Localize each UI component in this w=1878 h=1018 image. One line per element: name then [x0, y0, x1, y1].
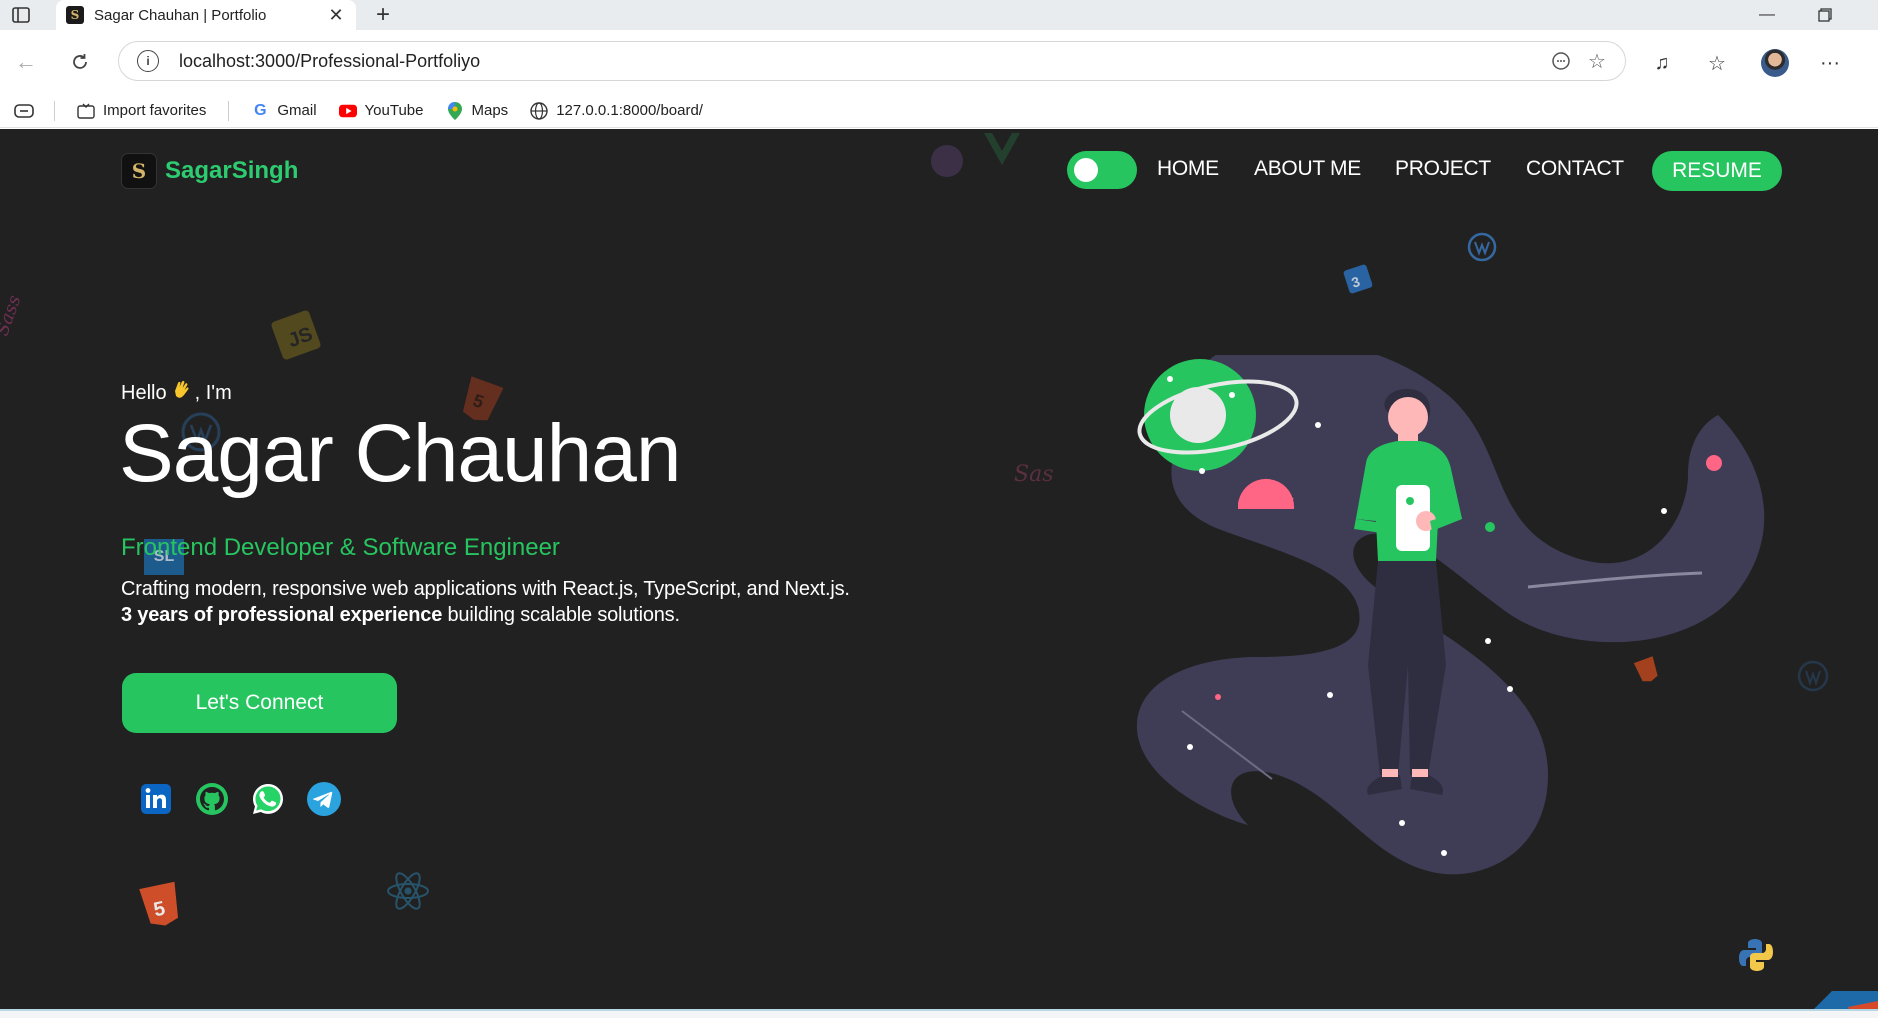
svg-text:Sass: Sass [0, 292, 20, 338]
vue-icon [984, 133, 1020, 165]
active-tab[interactable]: S Sagar Chauhan | Portfolio ✕ [56, 0, 356, 30]
page-viewport: JS 5 SL Sas Sass 3 5 S SagarSingh HOME A… [0, 129, 1878, 1014]
tab-actions-icon[interactable] [10, 5, 32, 25]
hero-description-line2: 3 years of professional experience build… [121, 602, 850, 628]
react-icon [387, 872, 429, 910]
wordpress-icon-faint [1797, 660, 1829, 692]
favorites-icon[interactable]: ☆ [1700, 46, 1734, 80]
back-icon[interactable]: ← [10, 46, 42, 78]
browser-tab-strip: S Sagar Chauhan | Portfolio ✕ + — [0, 0, 1878, 30]
hero-role: Frontend Developer & Software Engineer [121, 534, 560, 561]
page-bottom-edge [0, 1009, 1878, 1018]
reader-mode-icon[interactable] [1543, 43, 1579, 79]
sass-edge-icon: Sass [0, 292, 20, 338]
telegram-icon[interactable] [306, 781, 342, 817]
brand-logo-icon: S [121, 153, 157, 189]
github-icon[interactable] [194, 781, 230, 817]
brand-link[interactable]: S SagarSingh [121, 153, 298, 189]
hero-illustration [1136, 355, 1765, 875]
tab-search-icon[interactable] [14, 97, 34, 125]
blurred-icon-purple [931, 145, 963, 177]
python-icon [1739, 939, 1773, 971]
hero-description: Crafting modern, responsive web applicat… [121, 576, 850, 628]
wordpress-icon-right [1467, 232, 1497, 262]
hero-name: Sagar Chauhan [119, 408, 681, 499]
profile-avatar[interactable] [1758, 46, 1792, 80]
import-icon [77, 102, 95, 120]
social-links [138, 781, 362, 817]
sass-icon: Sas [1014, 462, 1053, 487]
favorite-label: Maps [471, 102, 509, 119]
experience-rest: building scalable solutions. [442, 604, 680, 626]
media-icon[interactable]: ♫ [1645, 46, 1679, 80]
tab-title: Sagar Chauhan | Portfolio [94, 6, 267, 24]
theme-toggle[interactable] [1067, 151, 1137, 189]
nav-contact[interactable]: CONTACT [1526, 157, 1624, 181]
greeting-im: , I'm [194, 381, 232, 404]
youtube-icon [338, 102, 357, 120]
favorite-import[interactable]: Import favorites [77, 97, 206, 125]
lets-connect-button[interactable]: Let's Connect [122, 673, 397, 733]
favorite-localhost[interactable]: 127.0.0.1:8000/board/ [530, 97, 703, 125]
favorite-label: YouTube [364, 102, 424, 119]
favorites-separator [54, 100, 55, 121]
experience-highlight: 3 years of professional experience [121, 604, 443, 626]
brand-name: SagarSingh [165, 157, 299, 184]
url-text[interactable]: localhost:3000/Professional-Portfoliyo [179, 51, 1543, 72]
site-info-icon[interactable]: i [137, 50, 159, 72]
nav-project[interactable]: PROJECT [1395, 157, 1491, 181]
resume-button[interactable]: RESUME [1652, 151, 1782, 191]
favorite-youtube[interactable]: YouTube [338, 97, 424, 125]
favorite-label: Import favorites [103, 102, 207, 119]
nav-home[interactable]: HOME [1157, 157, 1219, 181]
favorite-label: Gmail [277, 102, 317, 119]
svg-text:Sas: Sas [1014, 462, 1053, 487]
more-menu-icon[interactable]: ··· [1813, 46, 1847, 80]
css3-icon: 3 [1343, 264, 1373, 294]
restore-icon[interactable] [1798, 0, 1852, 30]
favorite-maps[interactable]: Maps [446, 97, 509, 125]
linkedin-icon[interactable] [138, 781, 174, 817]
greeting: Hello , I'm [121, 379, 232, 407]
google-icon: G [254, 101, 267, 119]
address-bar[interactable]: i localhost:3000/Professional-Portfoliyo… [118, 41, 1626, 81]
html5-icon-bottom: 5 [139, 881, 179, 926]
tab-favicon-icon: S [66, 6, 84, 24]
greeting-hello: Hello [121, 381, 167, 404]
favorite-star-icon[interactable]: ☆ [1579, 43, 1615, 79]
favorites-bar: Import favorites G Gmail YouTube Maps 12… [0, 94, 1878, 128]
js-icon: JS [271, 310, 321, 360]
address-bar-row: ← i localhost:3000/Professional-Portfoli… [0, 30, 1878, 94]
minimize-icon[interactable]: — [1740, 0, 1794, 30]
refresh-icon[interactable] [64, 46, 96, 78]
new-tab-icon[interactable]: + [370, 1, 396, 28]
theme-toggle-knob [1074, 158, 1098, 182]
nav-about-me[interactable]: ABOUT ME [1254, 157, 1361, 181]
hero-description-line1: Crafting modern, responsive web applicat… [121, 578, 850, 600]
whatsapp-icon[interactable] [250, 781, 286, 817]
favorite-gmail[interactable]: G Gmail [251, 97, 316, 125]
close-tab-icon[interactable]: ✕ [324, 3, 348, 27]
favorites-separator [228, 100, 230, 121]
maps-pin-icon [446, 101, 464, 120]
globe-icon [530, 101, 548, 120]
favorite-label: 127.0.0.1:8000/board/ [556, 102, 703, 119]
waving-hand-icon [170, 379, 192, 407]
